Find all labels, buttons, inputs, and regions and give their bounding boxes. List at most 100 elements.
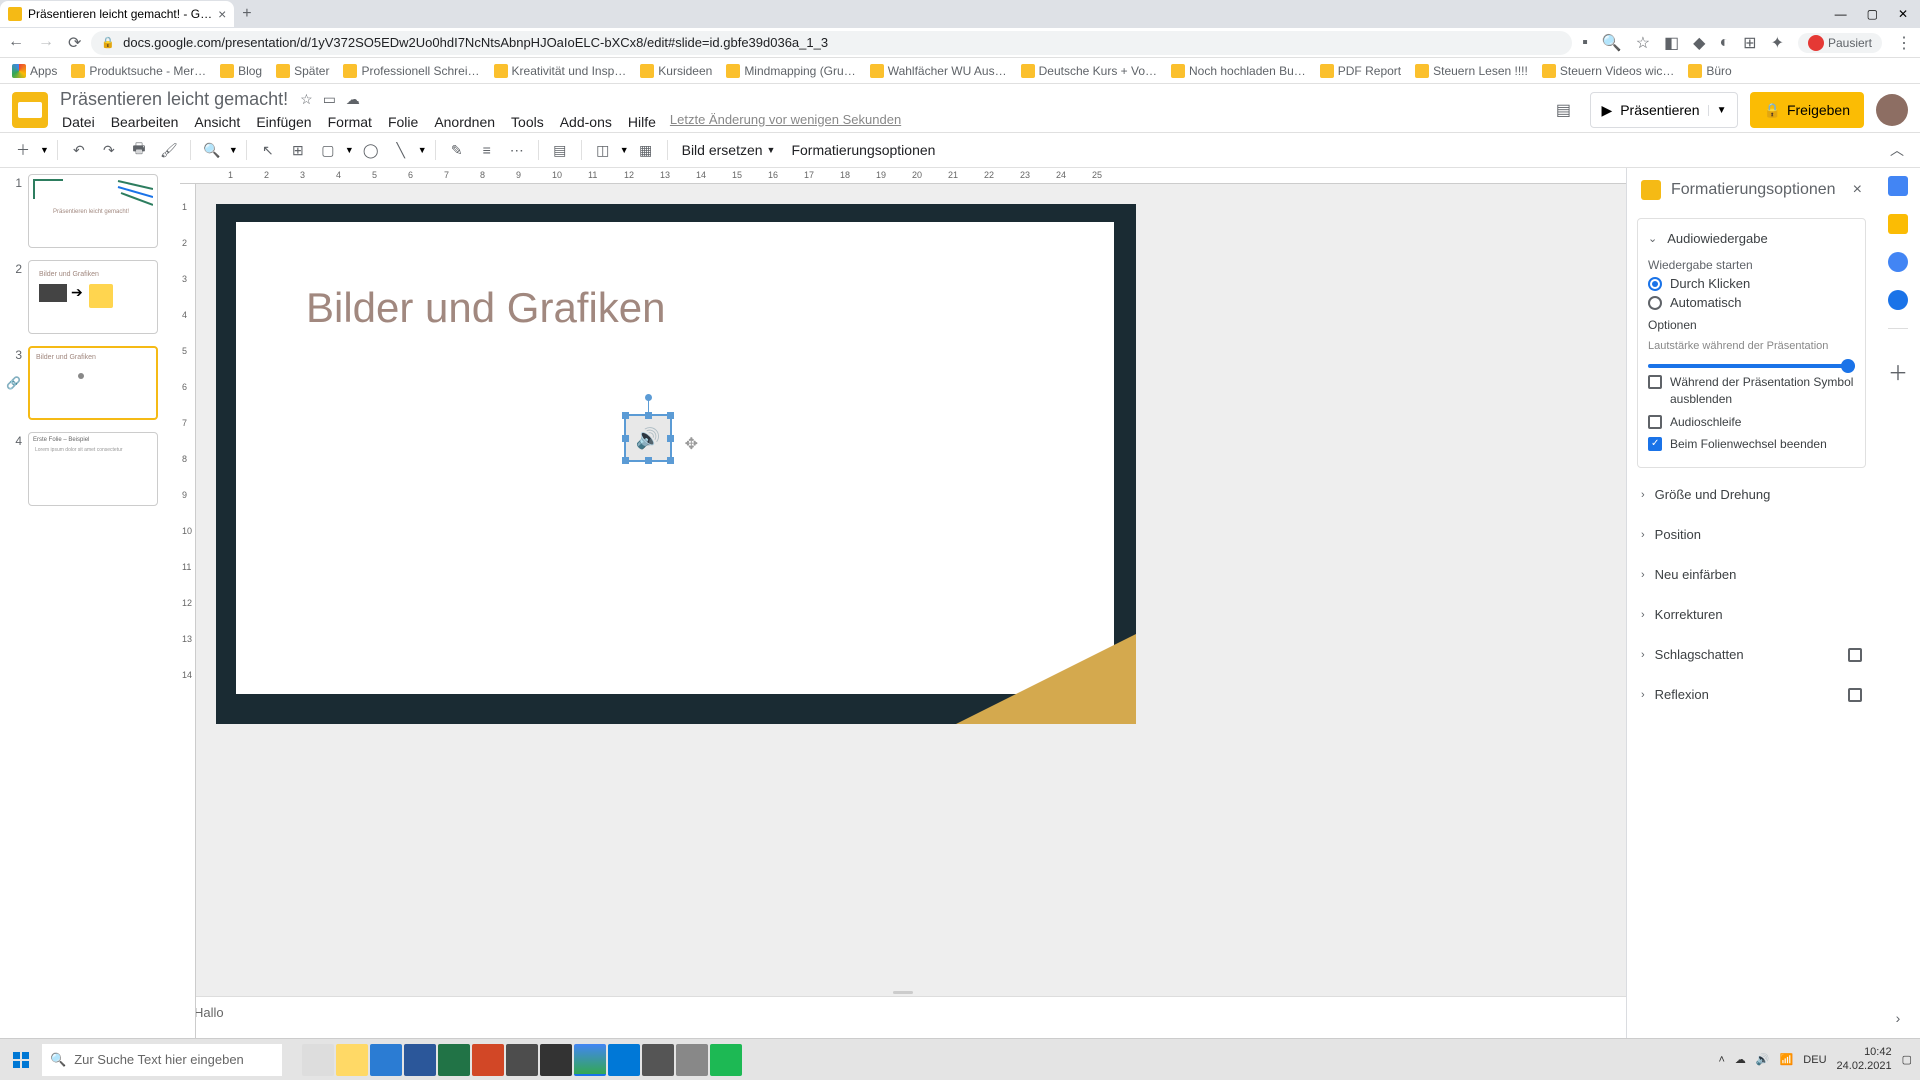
menu-format[interactable]: Format bbox=[326, 112, 374, 132]
app-icon[interactable] bbox=[676, 1044, 708, 1076]
present-dropdown[interactable]: ▼ bbox=[1708, 105, 1727, 116]
contacts-icon[interactable] bbox=[1888, 290, 1908, 310]
border-weight-button[interactable]: ≡ bbox=[474, 137, 500, 163]
tray-chevron-icon[interactable]: ˄ bbox=[1718, 1054, 1724, 1066]
thumbnail-2[interactable]: Bilder und Grafiken ➔ bbox=[28, 260, 158, 334]
bookmark-item[interactable]: Kreativität und Insp… bbox=[494, 64, 627, 78]
move-icon[interactable]: ▭ bbox=[323, 91, 336, 108]
slides-logo[interactable] bbox=[12, 92, 48, 128]
add-addon-icon[interactable]: ＋ bbox=[1888, 357, 1908, 386]
menu-folie[interactable]: Folie bbox=[386, 112, 420, 132]
forward-icon[interactable]: → bbox=[38, 33, 54, 53]
star-icon[interactable]: ☆ bbox=[300, 91, 313, 108]
menu-bearbeiten[interactable]: Bearbeiten bbox=[109, 112, 181, 132]
share-button[interactable]: 🔒 Freigeben bbox=[1750, 92, 1864, 128]
back-icon[interactable]: ← bbox=[8, 33, 24, 53]
doc-title[interactable]: Präsentieren leicht gemacht! bbox=[60, 89, 288, 110]
resize-handle[interactable] bbox=[667, 412, 674, 419]
thumbnail-1[interactable]: Präsentieren leicht gemacht! bbox=[28, 174, 158, 248]
close-window-icon[interactable]: ✕ bbox=[1898, 7, 1908, 21]
profile-paused[interactable]: Pausiert bbox=[1798, 33, 1882, 53]
resize-handle[interactable] bbox=[645, 457, 652, 464]
resize-handle[interactable] bbox=[645, 412, 652, 419]
bookmark-item[interactable]: Büro bbox=[1688, 64, 1731, 78]
url-input[interactable]: 🔒 docs.google.com/presentation/d/1yV372S… bbox=[91, 31, 1572, 55]
menu-tools[interactable]: Tools bbox=[509, 112, 546, 132]
resize-handle[interactable] bbox=[622, 457, 629, 464]
taskbar-search[interactable]: 🔍 Zur Suche Text hier eingeben bbox=[42, 1044, 282, 1076]
reload-icon[interactable]: ⟳ bbox=[68, 33, 81, 53]
bookmark-item[interactable]: PDF Report bbox=[1320, 64, 1401, 78]
tasks-icon[interactable] bbox=[1888, 252, 1908, 272]
textbox-tool[interactable]: ⊞ bbox=[285, 137, 311, 163]
resize-handle[interactable] bbox=[667, 457, 674, 464]
bookmark-item[interactable]: Produktsuche - Mer… bbox=[71, 64, 206, 78]
shadow-toggle[interactable] bbox=[1848, 648, 1862, 662]
present-button[interactable]: ▶ Präsentieren ▼ bbox=[1590, 92, 1737, 128]
maximize-icon[interactable]: ▢ bbox=[1867, 7, 1878, 21]
browser-tab[interactable]: Präsentieren leicht gemacht! - G… × bbox=[0, 1, 234, 27]
bookmark-star-icon[interactable]: ☆ bbox=[1636, 33, 1650, 53]
chrome-icon[interactable] bbox=[574, 1044, 606, 1076]
redo-button[interactable]: ↷ bbox=[96, 137, 122, 163]
speaker-notes[interactable]: Hallo bbox=[180, 996, 1626, 1038]
section-recolor[interactable]: › Neu einfärben bbox=[1627, 554, 1876, 594]
menu-einfuegen[interactable]: Einfügen bbox=[254, 112, 313, 132]
bookmark-item[interactable]: Deutsche Kurs + Vo… bbox=[1021, 64, 1157, 78]
comments-button[interactable]: ▤ bbox=[1548, 95, 1578, 125]
replace-image-button[interactable]: Bild ersetzen▼ bbox=[676, 142, 782, 158]
payment-icon[interactable]: ◐ bbox=[1719, 34, 1729, 52]
shape-tool[interactable]: ◯ bbox=[358, 137, 384, 163]
format-options-button[interactable]: Formatierungsoptionen bbox=[785, 142, 941, 158]
new-slide-dropdown[interactable]: ▼ bbox=[40, 145, 49, 155]
bookmark-item[interactable]: Steuern Lesen !!!! bbox=[1415, 64, 1528, 78]
checkbox-stop-on-slide-change[interactable]: Beim Folienwechsel beenden bbox=[1648, 436, 1855, 453]
bookmark-item[interactable]: Kursideen bbox=[640, 64, 712, 78]
blocker-icon[interactable]: ◆ bbox=[1693, 33, 1705, 53]
volume-icon[interactable]: 🔊 bbox=[1756, 1053, 1770, 1066]
crop-button[interactable]: ◫ bbox=[590, 137, 616, 163]
close-tab-icon[interactable]: × bbox=[218, 6, 226, 22]
edge-classic-icon[interactable] bbox=[370, 1044, 402, 1076]
undo-button[interactable]: ↶ bbox=[66, 137, 92, 163]
radio-on-click[interactable]: Durch Klicken bbox=[1648, 276, 1855, 291]
bookmark-item[interactable]: Wahlfächer WU Aus… bbox=[870, 64, 1007, 78]
radio-automatic[interactable]: Automatisch bbox=[1648, 295, 1855, 310]
menu-hilfe[interactable]: Hilfe bbox=[626, 112, 658, 132]
collapse-toolbar-icon[interactable]: ︿ bbox=[1884, 137, 1910, 163]
clock[interactable]: 10:4224.02.2021 bbox=[1837, 1046, 1892, 1072]
section-position[interactable]: › Position bbox=[1627, 514, 1876, 554]
border-color-button[interactable]: ✎ bbox=[444, 137, 470, 163]
last-edit-text[interactable]: Letzte Änderung vor wenigen Sekunden bbox=[670, 112, 901, 132]
notes-resize-handle[interactable] bbox=[180, 988, 1626, 996]
bookmark-item[interactable]: Blog bbox=[220, 64, 262, 78]
resize-handle[interactable] bbox=[622, 435, 629, 442]
translate-icon[interactable]: ◧ bbox=[1664, 33, 1679, 53]
apps-grid-icon[interactable]: ⊞ bbox=[1743, 33, 1756, 53]
keep-icon[interactable] bbox=[1888, 214, 1908, 234]
profile-avatar[interactable] bbox=[1876, 94, 1908, 126]
word-icon[interactable] bbox=[404, 1044, 436, 1076]
app-icon[interactable] bbox=[642, 1044, 674, 1076]
checkbox-loop[interactable]: Audioschleife bbox=[1648, 414, 1855, 431]
expand-rail-icon[interactable]: › bbox=[1896, 1010, 1901, 1026]
thumbnail-3[interactable]: Bilder und Grafiken bbox=[28, 346, 158, 420]
volume-slider[interactable] bbox=[1648, 364, 1855, 368]
language-indicator[interactable]: DEU bbox=[1803, 1054, 1826, 1066]
menu-addons[interactable]: Add-ons bbox=[558, 112, 614, 132]
video-icon[interactable]: ▪ bbox=[1582, 34, 1588, 52]
menu-datei[interactable]: Datei bbox=[60, 112, 97, 132]
close-panel-icon[interactable]: × bbox=[1853, 181, 1862, 199]
spotify-icon[interactable] bbox=[710, 1044, 742, 1076]
section-reflection[interactable]: › Reflexion bbox=[1627, 674, 1876, 714]
wifi-icon[interactable]: 📶 bbox=[1780, 1053, 1794, 1066]
reflection-toggle[interactable] bbox=[1848, 688, 1862, 702]
bookmark-item[interactable]: Professionell Schrei… bbox=[343, 64, 479, 78]
zoom-icon[interactable]: 🔍 bbox=[1602, 33, 1622, 53]
menu-anordnen[interactable]: Anordnen bbox=[432, 112, 497, 132]
bookmark-item[interactable]: Später bbox=[276, 64, 329, 78]
slide-title-text[interactable]: Bilder und Grafiken bbox=[306, 284, 666, 332]
bookmark-item[interactable]: Steuern Videos wic… bbox=[1542, 64, 1675, 78]
print-button[interactable]: 🖶 bbox=[126, 137, 152, 163]
slide-canvas[interactable]: Bilder und Grafiken 🔊 ✥ bbox=[180, 184, 1626, 988]
